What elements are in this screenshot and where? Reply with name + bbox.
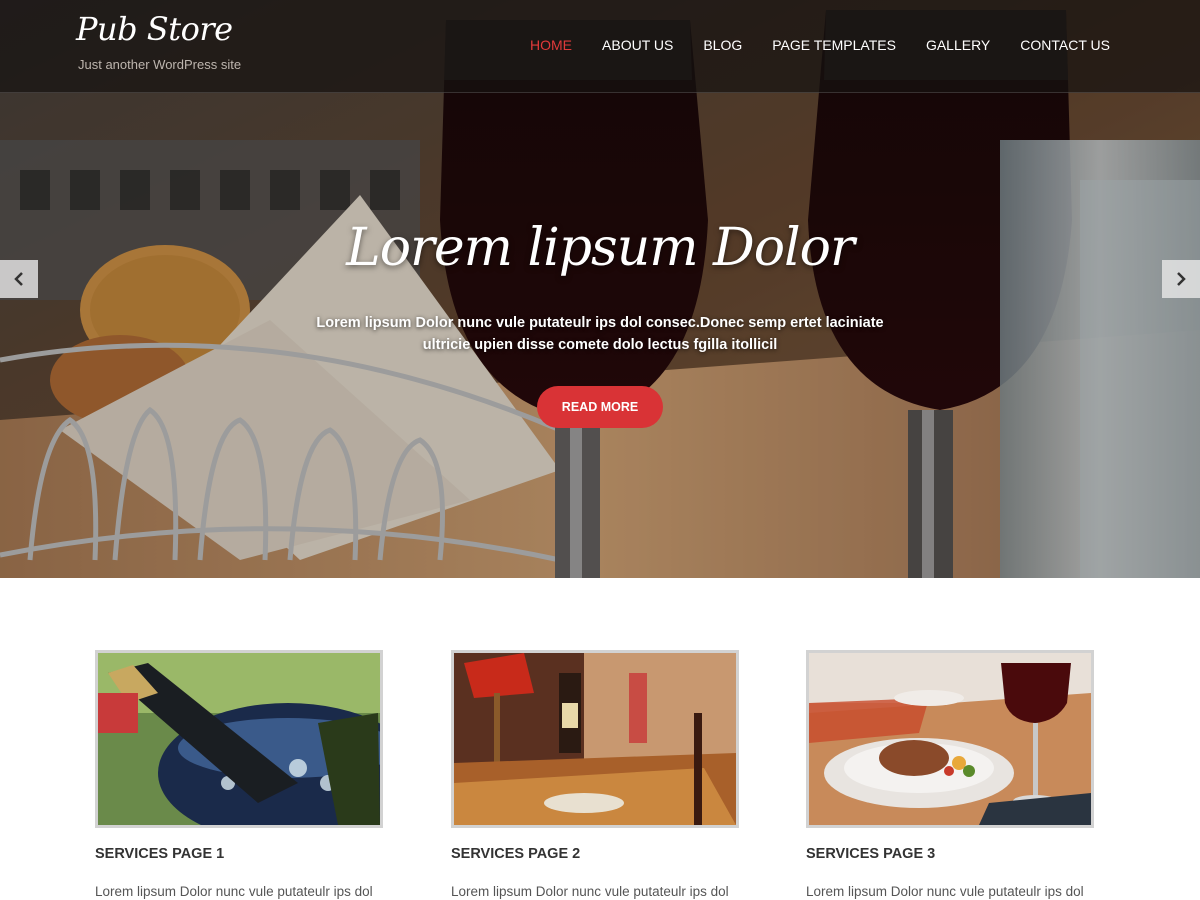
site-logo[interactable]: Pub Store [76, 10, 233, 48]
site-header: Pub Store Just another WordPress site HO… [0, 0, 1200, 93]
slide-title: Lorem lipsum Dolor [346, 218, 855, 278]
service-text: Lorem lipsum Dolor nunc vule putateulr i… [95, 884, 373, 899]
service-card: SERVICES PAGE 3 Lorem lipsum Dolor nunc … [806, 650, 1094, 899]
service-card: SERVICES PAGE 1 Lorem lipsum Dolor nunc … [95, 650, 383, 899]
service-image[interactable] [806, 650, 1094, 828]
slider-next-button[interactable] [1162, 260, 1200, 298]
nav-item-about-us[interactable]: ABOUT US [602, 37, 673, 53]
service-text: Lorem lipsum Dolor nunc vule putateulr i… [451, 884, 729, 899]
service-image[interactable] [451, 650, 739, 828]
service-title[interactable]: SERVICES PAGE 1 [95, 846, 383, 862]
service-image[interactable] [95, 650, 383, 828]
nav-item-home[interactable]: HOME [530, 37, 572, 53]
service-title[interactable]: SERVICES PAGE 2 [451, 846, 739, 862]
main-nav: HOME ABOUT US BLOG PAGE TEMPLATES GALLER… [500, 37, 1110, 53]
service-title[interactable]: SERVICES PAGE 3 [806, 846, 1094, 862]
nav-item-page-templates[interactable]: PAGE TEMPLATES [772, 37, 896, 53]
service-text: Lorem lipsum Dolor nunc vule putateulr i… [806, 884, 1084, 899]
nav-item-contact-us[interactable]: CONTACT US [1020, 37, 1110, 53]
nav-item-gallery[interactable]: GALLERY [926, 37, 990, 53]
service-card: SERVICES PAGE 2 Lorem lipsum Dolor nunc … [451, 650, 739, 899]
read-more-button[interactable]: READ MORE [537, 386, 663, 428]
chevron-right-icon [1177, 272, 1186, 286]
slider-prev-button[interactable] [0, 260, 38, 298]
site-tagline: Just another WordPress site [78, 57, 242, 72]
slide-text: Lorem lipsum Dolor nunc vule putateulr i… [316, 315, 884, 353]
chevron-left-icon [14, 272, 23, 286]
nav-item-blog[interactable]: BLOG [703, 37, 742, 53]
